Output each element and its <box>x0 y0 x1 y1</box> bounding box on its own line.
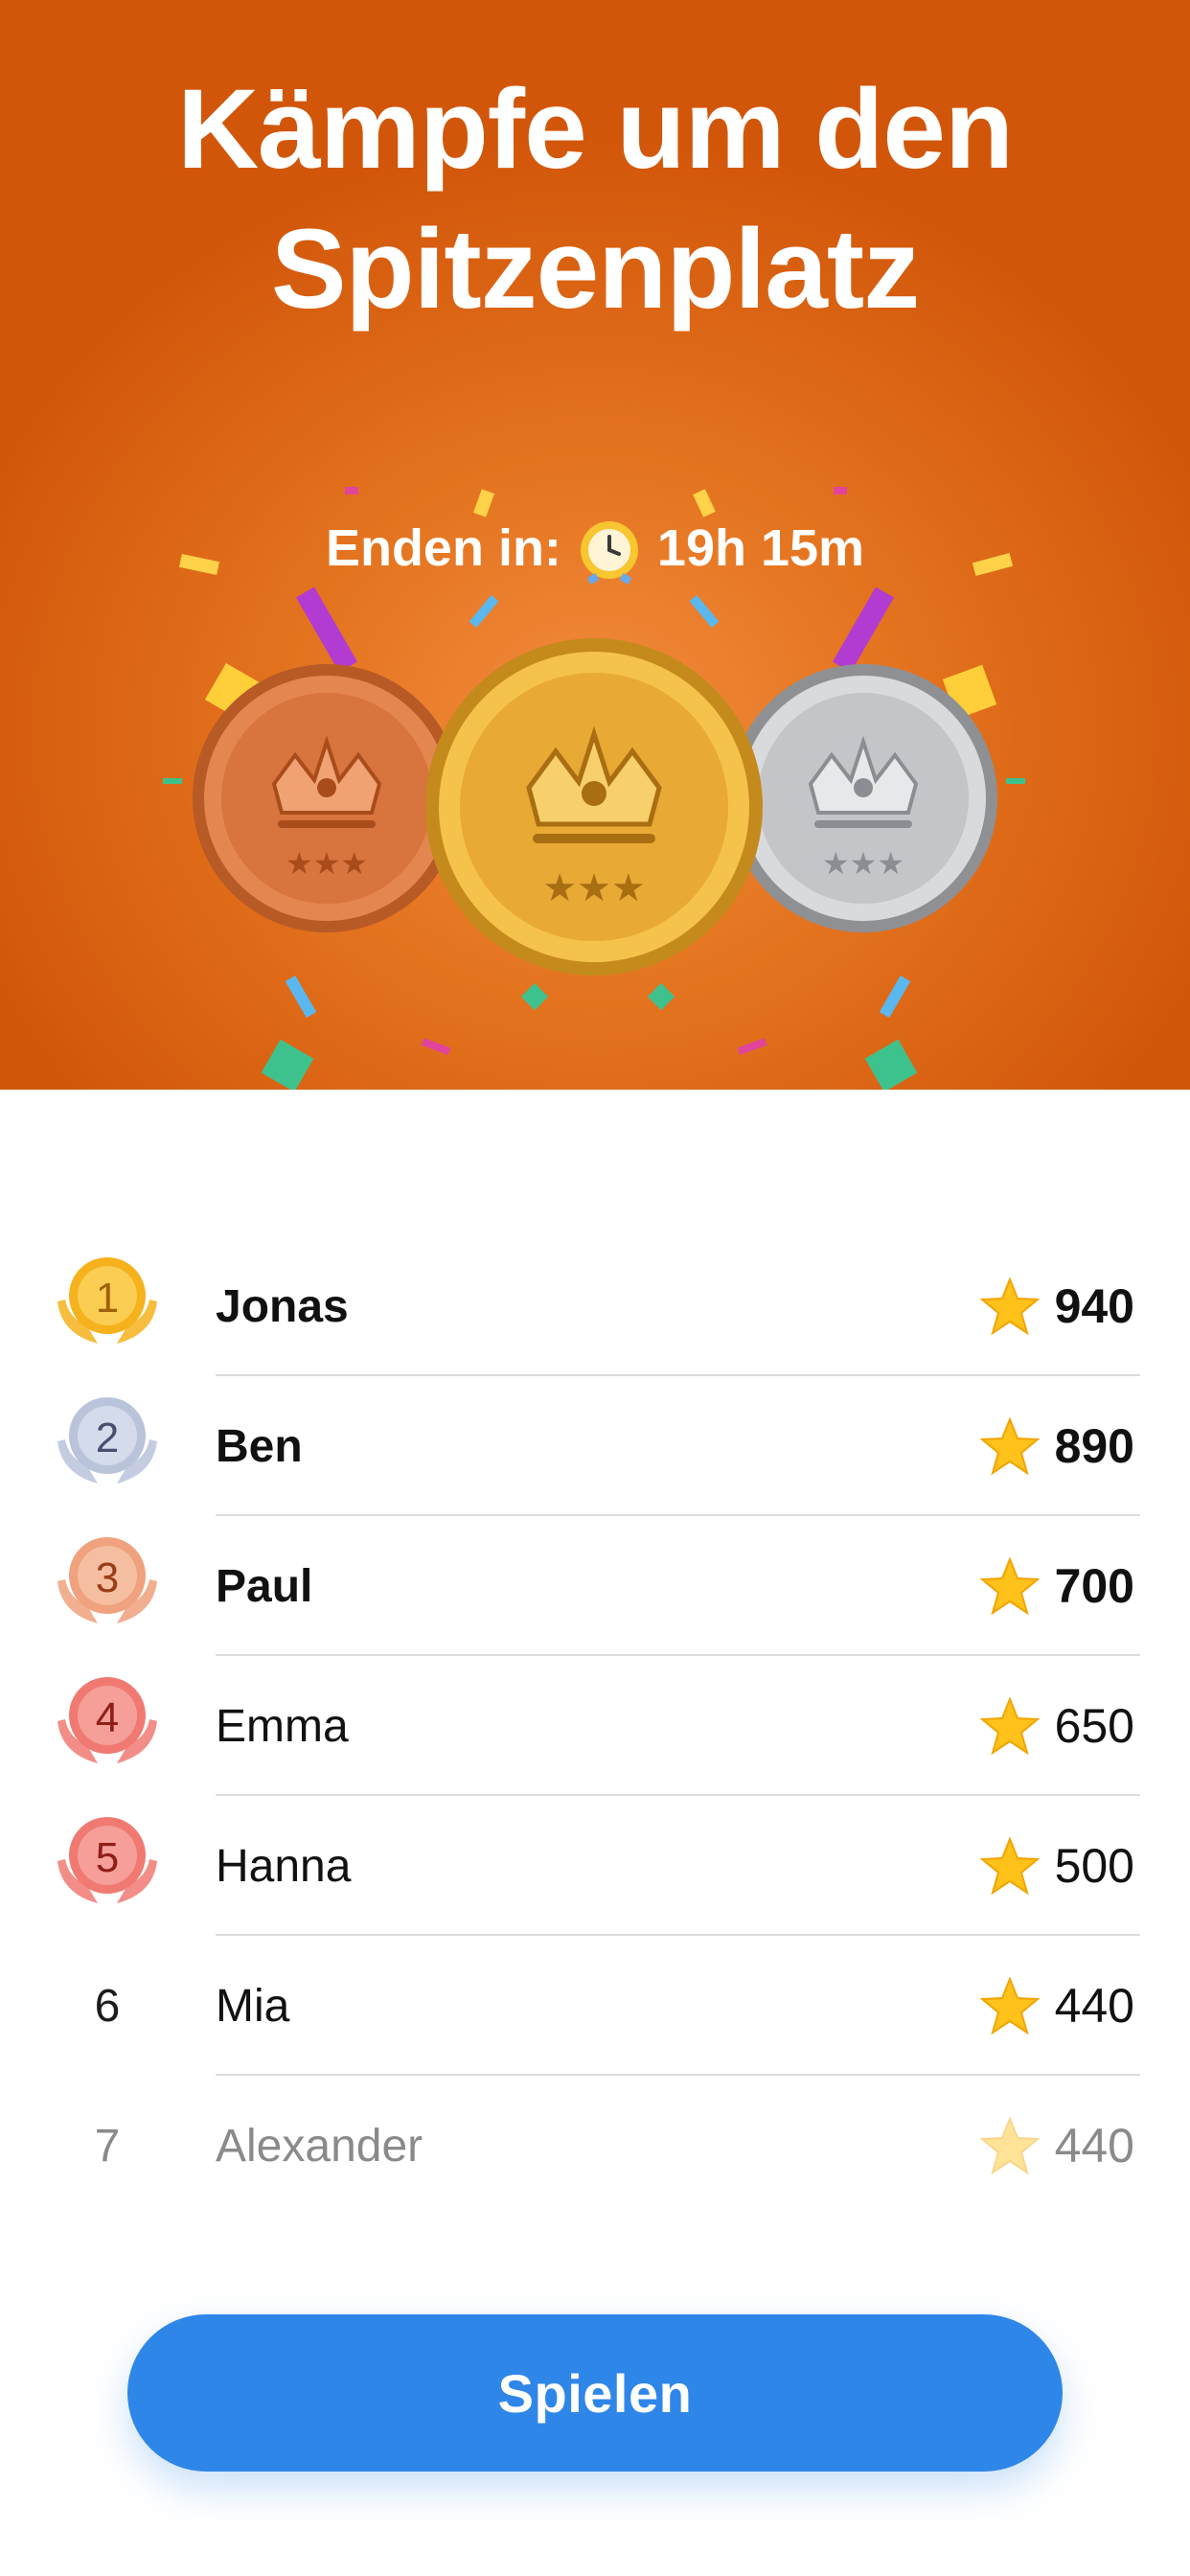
leaderboard-row[interactable]: 1 Jonas 940 <box>0 1236 1190 1376</box>
timer-label: Enden in: <box>325 519 561 577</box>
star-icon <box>979 1837 1040 1895</box>
leaderboard-row[interactable]: 2 Ben 890 <box>0 1376 1190 1516</box>
leaderboard-row[interactable]: 7 Alexander 440 <box>0 2076 1190 2216</box>
player-name: Emma <box>216 1700 349 1752</box>
title-line-1: Kämpfe um den <box>176 66 1014 193</box>
rank-badge-bronze-icon: 3 <box>48 1528 167 1633</box>
rank-number: 1 <box>96 1275 119 1322</box>
rank-number: 2 <box>96 1414 119 1461</box>
star-icon <box>979 1417 1040 1475</box>
star-icon <box>979 2117 1040 2174</box>
timer-value: 19h 15m <box>656 519 865 577</box>
rank-number: 4 <box>96 1694 119 1741</box>
rank-badge-gold-icon: 1 <box>48 1248 167 1353</box>
hero-banner: Kämpfe um den Spitzenplatz Enden in: 19h… <box>0 0 1190 1090</box>
rank-badge-red-icon: 4 <box>48 1668 167 1773</box>
silver-medal-icon: ★★★ <box>726 661 1000 935</box>
player-name: Mia <box>216 1980 290 2032</box>
player-score: 890 <box>979 1376 1134 1516</box>
svg-text:★★★: ★★★ <box>822 845 904 882</box>
star-icon <box>979 1977 1040 2035</box>
rank-number: 5 <box>96 1834 119 1881</box>
player-score: 940 <box>979 1236 1134 1376</box>
score-value: 890 <box>1054 1419 1134 1473</box>
countdown-timer: Enden in: 19h 15m <box>0 512 1190 585</box>
gold-medal-icon: ★★★ <box>422 634 767 979</box>
score-value: 440 <box>1054 2119 1134 2173</box>
rank-number: 7 <box>94 2120 121 2172</box>
score-value: 700 <box>1054 1559 1134 1613</box>
page-title: Kämpfe um den Spitzenplatz <box>0 59 1190 339</box>
score-value: 650 <box>1054 1699 1134 1753</box>
star-icon <box>979 1557 1040 1615</box>
player-name: Hanna <box>216 1840 352 1892</box>
player-score: 700 <box>979 1516 1134 1656</box>
player-score: 650 <box>979 1656 1134 1796</box>
svg-text:★★★: ★★★ <box>286 845 368 882</box>
leaderboard-row[interactable]: 4 Emma 650 <box>0 1656 1190 1796</box>
score-value: 440 <box>1054 1979 1134 2033</box>
star-icon <box>979 1697 1040 1755</box>
rank-badge-silver-icon: 2 <box>48 1388 167 1493</box>
rank-number: 6 <box>94 1980 121 2032</box>
score-value: 940 <box>1054 1279 1134 1333</box>
rank-number: 3 <box>96 1554 119 1601</box>
player-name: Jonas <box>216 1280 349 1332</box>
alarm-clock-icon <box>575 512 644 585</box>
medal-group: ★★★ ★★★ ★★★ <box>0 613 1190 997</box>
player-name: Alexander <box>216 2120 423 2172</box>
star-icon <box>979 1277 1040 1335</box>
player-score: 500 <box>979 1796 1134 1936</box>
player-name: Ben <box>216 1420 303 1472</box>
leaderboard-row[interactable]: 3 Paul 700 <box>0 1516 1190 1656</box>
title-line-2: Spitzenplatz <box>270 206 920 333</box>
player-score: 440 <box>979 1936 1134 2076</box>
leaderboard-row[interactable]: 6 Mia 440 <box>0 1936 1190 2076</box>
score-value: 500 <box>1054 1839 1134 1893</box>
player-score: 440 <box>979 2076 1134 2216</box>
player-name: Paul <box>216 1560 313 1612</box>
play-button[interactable]: Spielen <box>127 2314 1063 2472</box>
leaderboard-row[interactable]: 5 Hanna 500 <box>0 1796 1190 1936</box>
svg-text:★★★: ★★★ <box>542 866 646 910</box>
rank-badge-red-icon: 5 <box>48 1807 167 1913</box>
